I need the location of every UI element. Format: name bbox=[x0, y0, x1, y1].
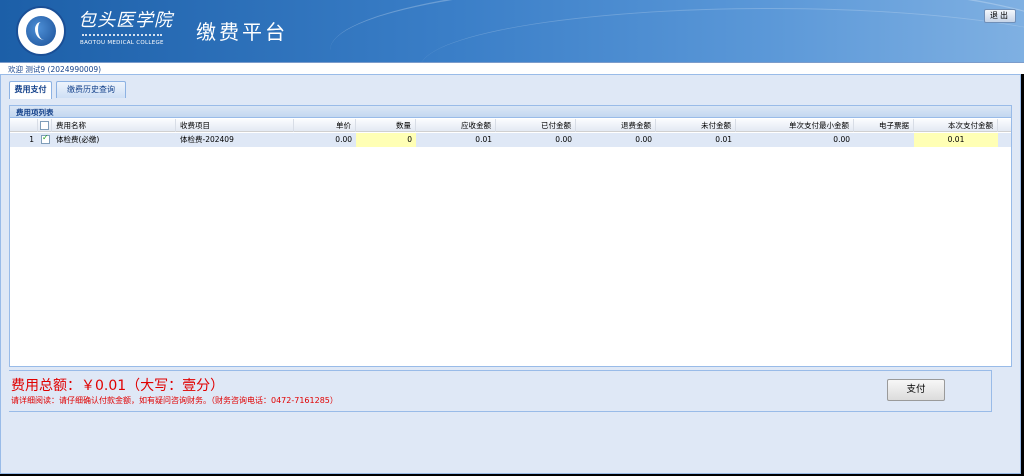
col-receivable[interactable]: 应收金额 bbox=[416, 119, 496, 132]
select-all-header bbox=[38, 119, 52, 132]
cell-fee-item: 体检费-202409 bbox=[180, 135, 234, 144]
cell-paid: 0.00 bbox=[555, 135, 572, 144]
col-min-payment[interactable]: 单次支付最小金额 bbox=[736, 119, 854, 132]
cell-unpaid: 0.01 bbox=[715, 135, 732, 144]
quantity-input[interactable]: 0 bbox=[356, 133, 416, 147]
app-header: 包头医学院 BAOTOU MEDICAL COLLEGE 缴费平台 退出 bbox=[0, 0, 1024, 62]
col-current-payment[interactable]: 本次支付金额 bbox=[914, 119, 998, 132]
fee-items-panel: 费用项列表 费用名称 收费项目 单价 数量 应收金额 已付金额 退费金额 未付金… bbox=[9, 105, 1012, 367]
col-quantity[interactable]: 数量 bbox=[356, 119, 416, 132]
col-refunded[interactable]: 退费金额 bbox=[576, 119, 656, 132]
col-fee-item[interactable]: 收费项目 bbox=[176, 119, 294, 132]
col-unit-price[interactable]: 单价 bbox=[294, 119, 356, 132]
cell-e-invoice[interactable] bbox=[854, 133, 914, 147]
table-row[interactable]: 1 体检费(必缴) 体检费-202409 0.00 0 0.01 0.00 0.… bbox=[10, 133, 1011, 147]
total-amount: 费用总额：￥0.01（大写：壹分） bbox=[11, 378, 225, 394]
col-unpaid[interactable]: 未付金额 bbox=[656, 119, 736, 132]
row-number-header bbox=[10, 119, 38, 132]
cell-fee-name: 体检费(必缴) bbox=[56, 135, 100, 144]
school-seal-logo bbox=[16, 6, 66, 56]
school-name-en: BAOTOU MEDICAL COLLEGE bbox=[80, 40, 164, 46]
main-content: 费用支付 缴费历史查询 费用项列表 费用名称 收费项目 单价 数量 应收金额 已… bbox=[0, 74, 1021, 474]
panel-title: 费用项列表 bbox=[16, 108, 54, 117]
grid-header: 费用名称 收费项目 单价 数量 应收金额 已付金额 退费金额 未付金额 单次支付… bbox=[10, 119, 1011, 132]
select-all-checkbox[interactable] bbox=[40, 121, 49, 130]
cell-receivable: 0.01 bbox=[475, 135, 492, 144]
tab-payment-history[interactable]: 缴费历史查询 bbox=[56, 81, 126, 98]
col-fee-name[interactable]: 费用名称 bbox=[52, 119, 176, 132]
row-checkbox[interactable] bbox=[41, 133, 50, 144]
current-payment-input[interactable]: 0.01 bbox=[914, 133, 998, 147]
pay-button[interactable]: 支付 bbox=[887, 379, 945, 401]
cell-unit-price: 0.00 bbox=[335, 135, 352, 144]
row-number: 1 bbox=[29, 135, 34, 144]
welcome-bar: 欢迎 测试9 (2024990009) bbox=[0, 62, 1024, 74]
logout-button[interactable]: 退出 bbox=[984, 9, 1016, 23]
school-name-mongolian bbox=[82, 27, 162, 36]
app-title: 缴费平台 bbox=[196, 20, 288, 44]
cell-min-payment: 0.00 bbox=[833, 135, 850, 144]
tab-fee-payment[interactable]: 费用支付 bbox=[9, 81, 52, 99]
cell-refunded: 0.00 bbox=[635, 135, 652, 144]
col-e-invoice[interactable]: 电子票据 bbox=[854, 119, 914, 132]
panel-header: 费用项列表 bbox=[10, 106, 1011, 118]
col-paid[interactable]: 已付金额 bbox=[496, 119, 576, 132]
payment-notice: 请详细阅读：请仔细确认付款金额，如有疑问咨询财务。（财务咨询电话：0472-71… bbox=[11, 396, 338, 405]
